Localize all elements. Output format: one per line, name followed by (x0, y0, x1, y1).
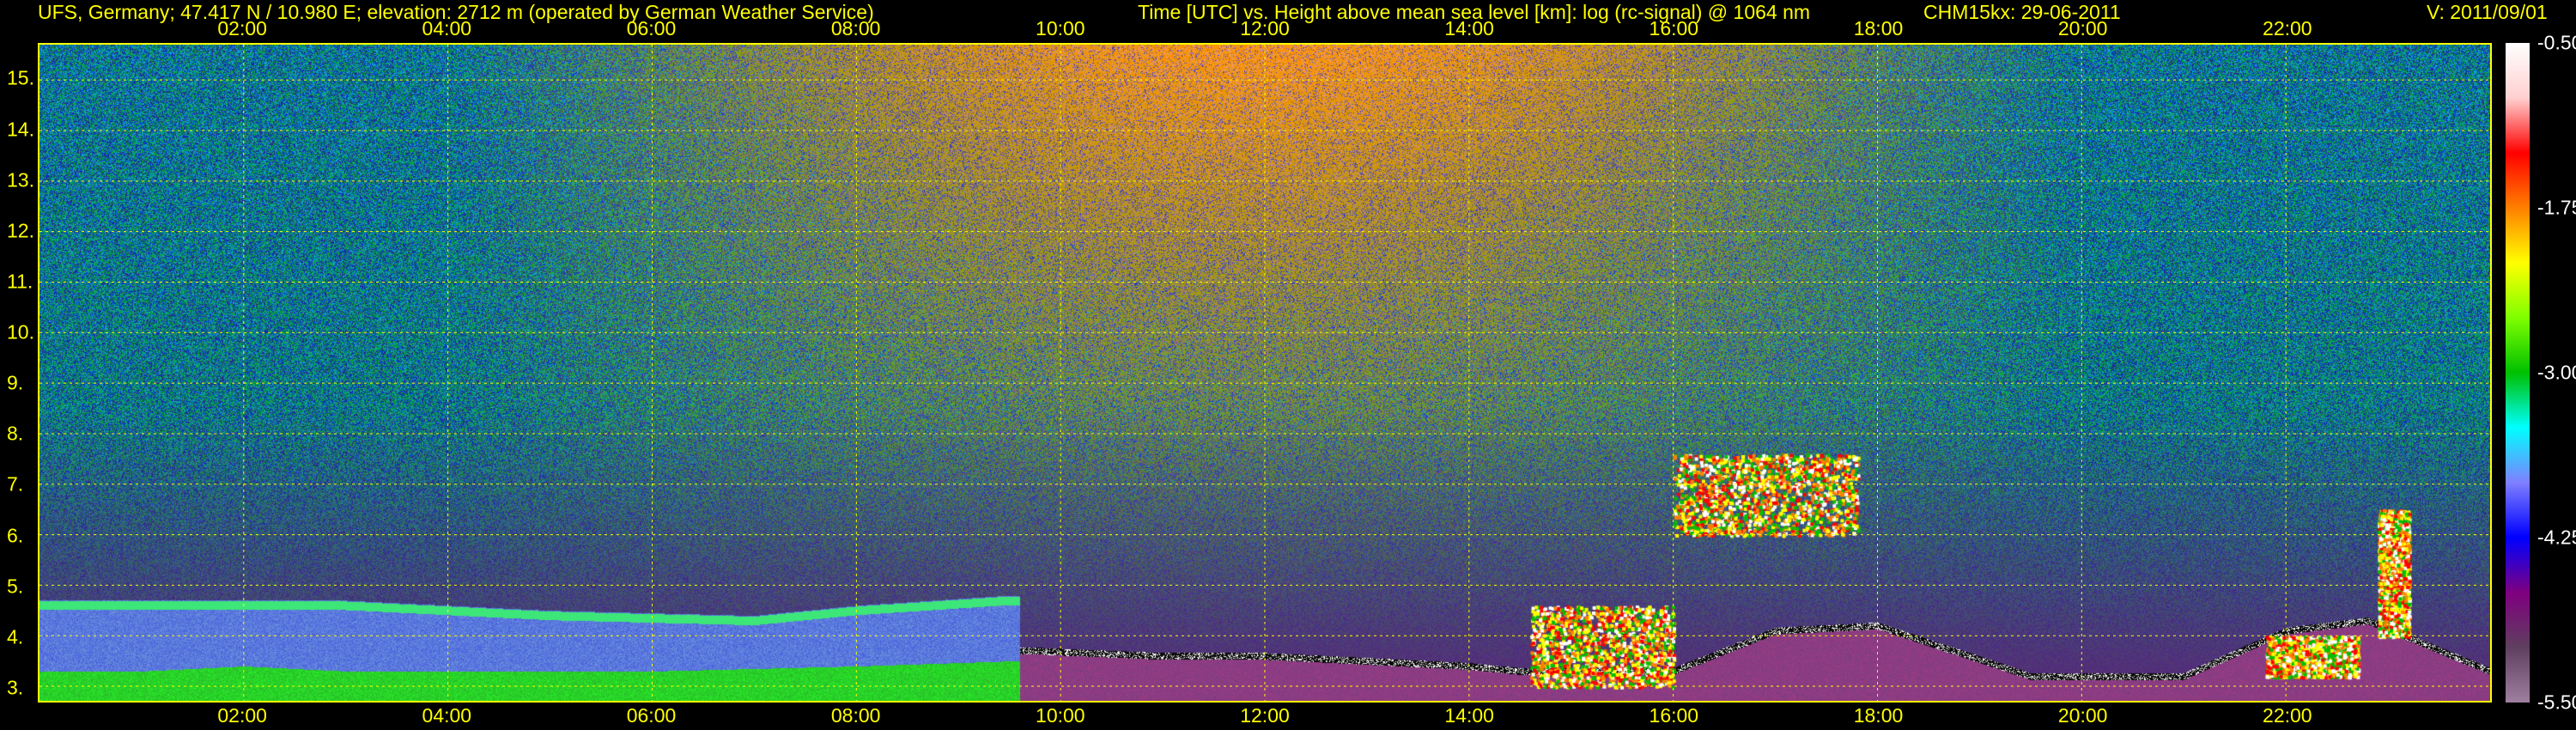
x-tick-bottom: 16:00 (1649, 704, 1699, 727)
colorbar-tick: -5.50 (2537, 690, 2576, 714)
y-tick: 9. (7, 371, 24, 394)
x-tick-top: 22:00 (2263, 17, 2312, 40)
y-tick: 13. (7, 168, 34, 192)
grid-overlay (39, 45, 2490, 701)
x-tick-top: 02:00 (217, 17, 267, 40)
plot-area (38, 43, 2492, 703)
y-tick: 5. (7, 575, 24, 598)
x-tick-top: 12:00 (1240, 17, 1290, 40)
colorbar-tick: -1.75 (2537, 196, 2576, 219)
colorbar-tick: -0.50 (2537, 31, 2576, 54)
x-tick-bottom: 22:00 (2263, 704, 2312, 727)
x-tick-top: 06:00 (626, 17, 677, 40)
colorbar-tick: -4.25 (2537, 526, 2576, 549)
x-tick-top: 10:00 (1036, 17, 1085, 40)
y-tick: 12. (7, 219, 34, 242)
y-tick: 15. (7, 66, 34, 89)
version-label: V: 2011/09/01 (2427, 1, 2548, 23)
x-tick-top: 04:00 (422, 17, 472, 40)
x-tick-bottom: 18:00 (1853, 704, 1904, 727)
colorbar (2506, 43, 2530, 703)
x-tick-top: 08:00 (830, 17, 881, 40)
x-tick-top: 16:00 (1649, 17, 1699, 40)
x-tick-bottom: 20:00 (2057, 704, 2108, 727)
y-tick: 14. (7, 118, 34, 141)
x-tick-bottom: 04:00 (422, 704, 472, 727)
x-tick-bottom: 08:00 (830, 704, 881, 727)
y-tick: 8. (7, 422, 24, 445)
x-tick-bottom: 14:00 (1444, 704, 1494, 727)
colorbar-tick: -3.00 (2537, 361, 2576, 384)
y-tick: 11. (7, 270, 33, 293)
x-tick-top: 20:00 (2057, 17, 2108, 40)
x-tick-bottom: 02:00 (217, 704, 267, 727)
y-tick: 7. (7, 472, 24, 496)
x-tick-top: 18:00 (1853, 17, 1904, 40)
x-tick-top: 14:00 (1444, 17, 1494, 40)
y-tick: 10. (7, 320, 34, 344)
x-tick-bottom: 12:00 (1240, 704, 1290, 727)
x-tick-bottom: 10:00 (1036, 704, 1085, 727)
y-tick: 6. (7, 524, 24, 547)
y-tick: 3. (7, 676, 24, 699)
x-tick-bottom: 06:00 (626, 704, 677, 727)
y-tick: 4. (7, 625, 24, 648)
